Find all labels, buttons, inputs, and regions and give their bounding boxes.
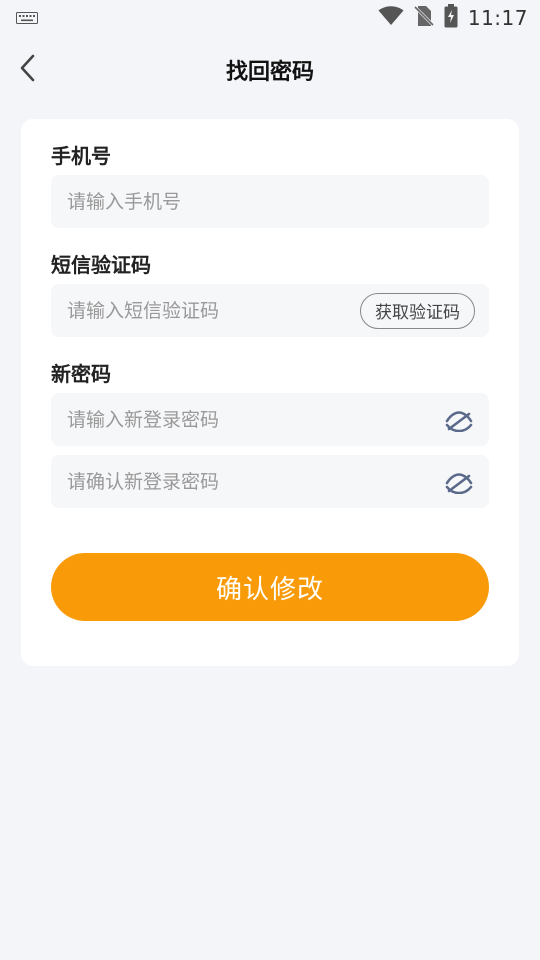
status-bar-right: 11:17 bbox=[378, 4, 528, 32]
status-bar-left bbox=[16, 9, 38, 28]
chevron-left-icon bbox=[19, 54, 37, 86]
confirm-password-visibility-toggle[interactable] bbox=[445, 471, 473, 499]
password-visibility-toggle[interactable] bbox=[445, 409, 473, 437]
confirm-password-input[interactable] bbox=[67, 455, 445, 508]
back-button[interactable] bbox=[10, 52, 46, 88]
confirm-change-button[interactable]: 确认修改 bbox=[51, 553, 489, 621]
form-card: 手机号 短信验证码 获取验证码 新密码 bbox=[21, 119, 519, 666]
phone-field bbox=[51, 175, 489, 228]
new-password-input[interactable] bbox=[67, 393, 445, 446]
wifi-icon bbox=[378, 6, 404, 30]
new-password-label: 新密码 bbox=[51, 362, 111, 386]
phone-input[interactable] bbox=[67, 175, 473, 228]
get-code-button[interactable]: 获取验证码 bbox=[360, 292, 475, 329]
eye-hidden-icon bbox=[445, 410, 473, 436]
no-sim-icon bbox=[413, 5, 434, 31]
sms-code-input[interactable] bbox=[67, 284, 360, 337]
sms-code-label: 短信验证码 bbox=[51, 253, 151, 277]
keyboard-icon bbox=[16, 9, 38, 28]
confirm-password-field bbox=[51, 455, 489, 508]
status-bar: 11:17 bbox=[0, 0, 540, 36]
page-title: 找回密码 bbox=[225, 60, 314, 85]
phone-label: 手机号 bbox=[51, 144, 111, 168]
status-time: 11:17 bbox=[467, 6, 528, 30]
eye-hidden-icon bbox=[445, 472, 473, 498]
sms-code-field: 获取验证码 bbox=[51, 284, 489, 337]
battery-charging-icon bbox=[444, 4, 458, 32]
nav-header: 找回密码 bbox=[0, 40, 540, 100]
new-password-field bbox=[51, 393, 489, 446]
